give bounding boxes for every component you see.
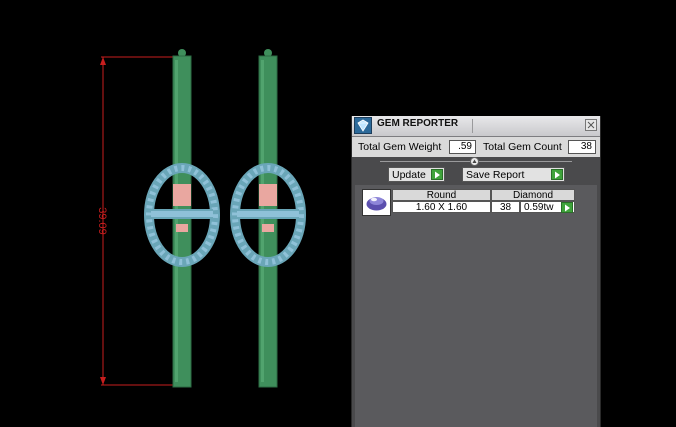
round-gem-icon: [362, 189, 391, 216]
dimension-label: 39.09: [96, 207, 108, 235]
close-icon: [587, 121, 595, 129]
total-gem-count-field[interactable]: 38: [568, 140, 596, 154]
save-report-button-label: Save Report: [466, 169, 525, 181]
collapse-divider: [352, 157, 600, 167]
gem-material-cell: Diamond: [491, 189, 575, 201]
gem-row-play-icon[interactable]: [561, 202, 573, 213]
update-button-label: Update: [392, 169, 426, 181]
gem-shape-cell: Round: [392, 189, 491, 201]
gem-size-cell: 1.60 X 1.60: [392, 201, 491, 213]
total-gem-count-label: Total Gem Count: [483, 141, 562, 153]
total-gem-weight-label: Total Gem Weight: [358, 141, 442, 153]
gem-reporter-app-icon: [354, 117, 372, 134]
earring-right[interactable]: [230, 49, 306, 388]
update-button[interactable]: Update: [388, 167, 445, 182]
gem-count-cell: 38: [491, 201, 520, 213]
totals-row: Total Gem Weight .59 Total Gem Count 38: [352, 137, 600, 157]
collapse-button[interactable]: [470, 157, 479, 166]
save-report-play-icon: [551, 169, 563, 180]
gem-report-list[interactable]: Round Diamond 1.60 X 1.60 38 0.59tw: [355, 185, 597, 427]
chevron-up-icon: [472, 159, 477, 163]
action-button-row: Update Save Report: [352, 167, 600, 185]
title-bar[interactable]: GEM REPORTER: [352, 116, 600, 137]
update-play-icon: [431, 169, 443, 180]
total-gem-weight-field[interactable]: .59: [449, 140, 476, 154]
gem-reporter-panel: GEM REPORTER Total Gem Weight .59 Total …: [351, 116, 601, 427]
close-button[interactable]: [585, 119, 597, 131]
earring-left[interactable]: [144, 49, 220, 388]
title-separator: [472, 119, 473, 133]
panel-title: GEM REPORTER: [377, 118, 459, 129]
save-report-button[interactable]: Save Report: [462, 167, 565, 182]
dimension-line: [100, 56, 175, 386]
